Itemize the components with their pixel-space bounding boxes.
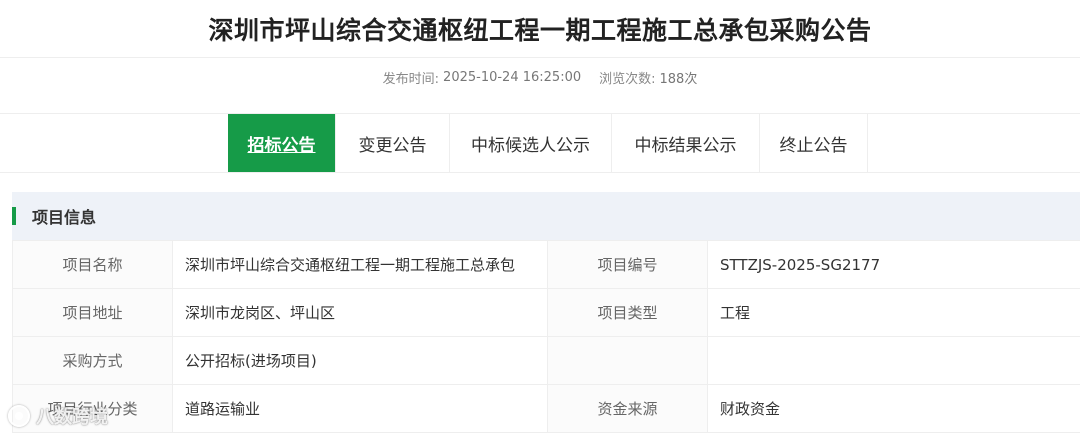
watermark: 八数跨境 xyxy=(8,400,108,432)
funding-source-label: 资金来源 xyxy=(547,384,708,433)
title-area: 深圳市坪山综合交通枢纽工程一期工程施工总承包采购公告 xyxy=(0,0,1080,58)
table-row: 项目地址 深圳市龙岗区、坪山区 项目类型 工程 xyxy=(12,288,1080,337)
funding-source-value: 财政资金 xyxy=(707,384,1080,433)
watermark-text: 八数跨境 xyxy=(36,407,108,428)
views-count: 188次 xyxy=(659,71,698,87)
page-title: 深圳市坪山综合交通枢纽工程一期工程施工总承包采购公告 xyxy=(208,15,872,45)
table-row: 采购方式 公开招标(进场项目) xyxy=(12,336,1080,385)
procurement-method-value: 公开招标(进场项目) xyxy=(172,336,548,385)
tab-change-notice[interactable]: 变更公告 xyxy=(336,114,450,172)
industry-category-value: 道路运输业 xyxy=(172,384,548,433)
tab-candidate-publicity[interactable]: 中标候选人公示 xyxy=(450,114,612,172)
empty-label-cell xyxy=(547,336,708,385)
project-name-label: 项目名称 xyxy=(12,240,173,289)
tab-tender-notice[interactable]: 招标公告 xyxy=(228,114,336,172)
project-info-header: 项目信息 xyxy=(12,192,1080,240)
project-type-value: 工程 xyxy=(707,288,1080,337)
meta-line: 发布时间: 2025-10-24 16:25:00 浏览次数: 188次 xyxy=(0,58,1080,96)
section-accent-bar xyxy=(12,207,16,225)
table-row: 项目名称 深圳市坪山综合交通枢纽工程一期工程施工总承包 项目编号 STTZJS-… xyxy=(12,240,1080,289)
project-type-label: 项目类型 xyxy=(547,288,708,337)
project-address-value: 深圳市龙岗区、坪山区 xyxy=(172,288,548,337)
tab-termination-notice[interactable]: 终止公告 xyxy=(760,114,868,172)
publish-time-value: 2025-10-24 16:25:00 xyxy=(443,69,582,85)
views-label: 浏览次数: xyxy=(599,71,656,87)
project-number-label: 项目编号 xyxy=(547,240,708,289)
watermark-logo-icon xyxy=(8,405,30,427)
project-address-label: 项目地址 xyxy=(12,288,173,337)
notice-tabs-bar: 招标公告 变更公告 中标候选人公示 中标结果公示 终止公告 xyxy=(0,113,1080,173)
section-title: 项目信息 xyxy=(32,208,97,227)
notice-tabs: 招标公告 变更公告 中标候选人公示 中标结果公示 终止公告 xyxy=(228,114,868,172)
table-row: 项目行业分类 道路运输业 资金来源 财政资金 xyxy=(12,384,1080,433)
publish-time-label: 发布时间: xyxy=(382,71,440,87)
procurement-method-label: 采购方式 xyxy=(12,336,173,385)
project-info-table: 项目名称 深圳市坪山综合交通枢纽工程一期工程施工总承包 项目编号 STTZJS-… xyxy=(12,240,1080,433)
project-name-value: 深圳市坪山综合交通枢纽工程一期工程施工总承包 xyxy=(172,240,548,289)
empty-value-cell xyxy=(707,336,1080,385)
tab-result-publicity[interactable]: 中标结果公示 xyxy=(612,114,760,172)
project-number-value: STTZJS-2025-SG2177 xyxy=(707,240,1080,289)
